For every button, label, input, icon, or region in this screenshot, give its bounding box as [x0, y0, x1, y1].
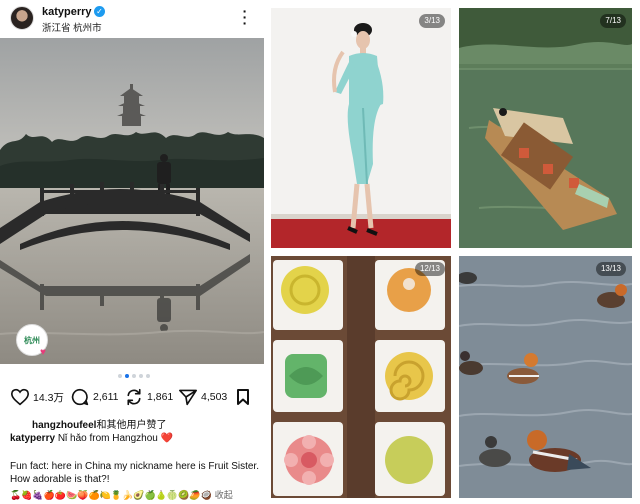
- action-bar: 14.3万 2,611 1,861 4,503: [10, 386, 260, 408]
- heart-icon: [10, 388, 30, 406]
- grid-tile-boat[interactable]: 7/13: [459, 8, 632, 248]
- carousel-dot-active: [125, 374, 129, 378]
- emoji-text: 🍒🍓🍇🍎🍅🍉🍑🍊🍋🍍🍌🥑🍏🍐🍈🥝🥭🥥: [10, 490, 212, 500]
- carousel-dot: [139, 374, 143, 378]
- repost-button[interactable]: 1,861: [124, 386, 173, 408]
- tile-counter: 3/13: [419, 14, 445, 28]
- carousel-dot: [118, 374, 122, 378]
- tile-counter: 12/13: [414, 262, 445, 276]
- grid-tile-ducks[interactable]: 13/13: [459, 256, 632, 498]
- hangzhou-logo-text: 杭州: [24, 335, 40, 345]
- comment-icon: [71, 388, 89, 406]
- grid-tile-pastries[interactable]: 12/13: [271, 256, 451, 498]
- carousel-dots: [118, 374, 150, 380]
- tile-counter: 7/13: [600, 14, 626, 28]
- liked-by-suffix: 和其他用户赞了: [96, 420, 167, 431]
- caption-fun-fact: Fun fact: here in China my nickname here…: [10, 461, 259, 485]
- avatar[interactable]: [10, 6, 34, 30]
- more-options-icon[interactable]: · · ·: [240, 4, 250, 30]
- repost-count: 1,861: [147, 391, 174, 403]
- share-count: 4,503: [201, 391, 228, 403]
- share-button[interactable]: 4,503: [178, 386, 227, 408]
- liked-by-user[interactable]: hangzhoufeel: [32, 420, 96, 431]
- carousel-dot: [146, 374, 150, 378]
- caption-text: Nǐ hǎo from Hangzhou ❤️: [57, 433, 174, 444]
- liked-by-line: hangzhoufeel和其他用户赞了: [32, 416, 166, 431]
- caption-username[interactable]: katyperry: [10, 433, 55, 444]
- tile-counter: 13/13: [595, 262, 626, 276]
- post-card: katyperry ✓ 浙江省 杭州市 · · · 杭州 ♥ 14.3万 2,6…: [0, 0, 266, 504]
- like-button[interactable]: 14.3万: [10, 386, 64, 408]
- post-photo-bridge[interactable]: 杭州 ♥: [0, 38, 264, 364]
- comment-button[interactable]: 2,611: [70, 386, 119, 408]
- logo-heart-icon: ♥: [40, 347, 46, 358]
- post-header: katyperry ✓ 浙江省 杭州市 · · ·: [0, 0, 266, 38]
- comment-count: 2,611: [93, 391, 119, 403]
- username[interactable]: katyperry: [42, 6, 92, 18]
- repost-icon: [127, 388, 141, 406]
- send-icon: [179, 389, 197, 406]
- location-label[interactable]: 浙江省 杭州市: [42, 20, 102, 34]
- verified-badge-icon: ✓: [94, 6, 105, 17]
- bookmark-icon[interactable]: [236, 388, 250, 406]
- emoji-row: 🍒🍓🍇🍎🍅🍉🍑🍊🍋🍍🍌🥑🍏🍐🍈🥝🥭🥥 收起: [10, 488, 233, 501]
- like-count: 14.3万: [33, 391, 64, 404]
- collapse-link[interactable]: 收起: [215, 490, 233, 500]
- caption-line: katyperry Nǐ hǎo from Hangzhou ❤️: [10, 433, 173, 444]
- grid-tile-dress[interactable]: 3/13: [271, 8, 451, 248]
- carousel-dot: [132, 374, 136, 378]
